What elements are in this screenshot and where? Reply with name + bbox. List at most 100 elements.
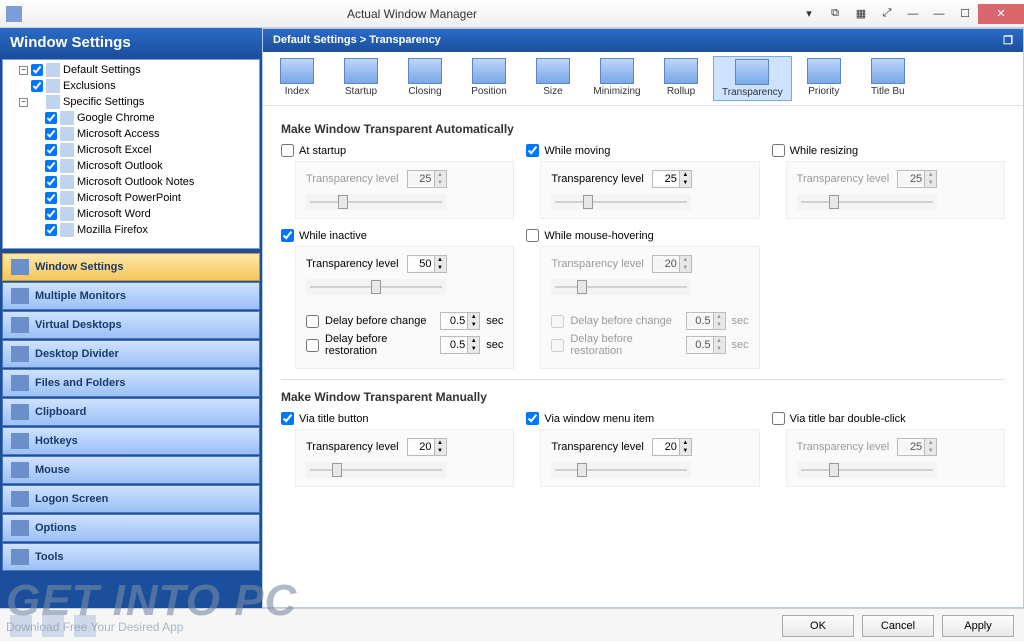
spin-up-icon[interactable]: ▲ bbox=[713, 337, 725, 345]
tab-position[interactable]: Position bbox=[457, 56, 521, 101]
maximize-button[interactable]: ☐ bbox=[952, 4, 978, 24]
apply-button[interactable]: Apply bbox=[942, 615, 1014, 637]
slider-thumb[interactable] bbox=[332, 463, 342, 477]
spin-input[interactable] bbox=[653, 173, 679, 185]
spin-input[interactable] bbox=[441, 339, 467, 351]
slider-thumb[interactable] bbox=[577, 463, 587, 477]
header-action-icon[interactable]: ❐ bbox=[1003, 34, 1013, 47]
spin-down-icon[interactable]: ▼ bbox=[467, 321, 479, 329]
spin-up-icon[interactable]: ▲ bbox=[679, 256, 691, 264]
slider-startup[interactable] bbox=[306, 194, 446, 210]
spin-input[interactable] bbox=[653, 258, 679, 270]
tree-checkbox[interactable] bbox=[45, 112, 57, 124]
tree-default-settings[interactable]: −Default Settings bbox=[5, 62, 257, 78]
tree-app[interactable]: Microsoft Outlook Notes bbox=[5, 174, 257, 190]
slider-thumb[interactable] bbox=[829, 463, 839, 477]
ok-button[interactable]: OK bbox=[782, 615, 854, 637]
tree-app[interactable]: Mozilla Firefox bbox=[5, 222, 257, 238]
spin-down-icon[interactable]: ▼ bbox=[467, 345, 479, 353]
collapse-icon[interactable]: − bbox=[19, 66, 28, 75]
spin-resizing-level[interactable]: ▲▼ bbox=[897, 170, 937, 188]
spin-inactive-delay-change[interactable]: ▲▼ bbox=[440, 312, 480, 330]
cb-via-title[interactable] bbox=[281, 412, 294, 425]
spin-down-icon[interactable]: ▼ bbox=[924, 179, 936, 187]
cancel-button[interactable]: Cancel bbox=[862, 615, 934, 637]
spin-input[interactable] bbox=[653, 441, 679, 453]
settings-tree[interactable]: −Default Settings Exclusions −Specific S… bbox=[2, 59, 260, 249]
spin-down-icon[interactable]: ▼ bbox=[713, 345, 725, 353]
tree-app[interactable]: Microsoft Word bbox=[5, 206, 257, 222]
cb-while-hover[interactable] bbox=[526, 229, 539, 242]
cb-while-moving[interactable] bbox=[526, 144, 539, 157]
spin-down-icon[interactable]: ▼ bbox=[434, 179, 446, 187]
slider-thumb[interactable] bbox=[583, 195, 593, 209]
tree-checkbox[interactable] bbox=[45, 160, 57, 172]
cb-at-startup[interactable] bbox=[281, 144, 294, 157]
tab-priority[interactable]: Priority bbox=[792, 56, 856, 101]
spin-up-icon[interactable]: ▲ bbox=[434, 171, 446, 179]
extra-btn-1[interactable]: ▾ bbox=[796, 4, 822, 24]
cb-while-inactive[interactable] bbox=[281, 229, 294, 242]
spin-down-icon[interactable]: ▼ bbox=[713, 321, 725, 329]
cb-via-dblclick[interactable] bbox=[772, 412, 785, 425]
spin-input[interactable] bbox=[687, 339, 713, 351]
extra-btn-5[interactable]: — bbox=[900, 4, 926, 24]
help-icon[interactable] bbox=[10, 615, 32, 637]
slider-title[interactable] bbox=[306, 462, 446, 478]
spin-input[interactable] bbox=[408, 258, 434, 270]
extra-btn-2[interactable]: ⧉ bbox=[822, 4, 848, 24]
slider-menu[interactable] bbox=[551, 462, 691, 478]
spin-menu-level[interactable]: ▲▼ bbox=[652, 438, 692, 456]
collapse-icon[interactable]: − bbox=[19, 98, 28, 107]
spin-up-icon[interactable]: ▲ bbox=[924, 439, 936, 447]
spin-input[interactable] bbox=[898, 441, 924, 453]
spin-startup-level[interactable]: ▲▼ bbox=[407, 170, 447, 188]
slider-resizing[interactable] bbox=[797, 194, 937, 210]
extra-btn-4[interactable]: ⤢ bbox=[874, 4, 900, 24]
spin-input[interactable] bbox=[408, 441, 434, 453]
tree-app[interactable]: Microsoft Excel bbox=[5, 142, 257, 158]
nav-hotkeys[interactable]: Hotkeys bbox=[2, 427, 260, 455]
slider-thumb[interactable] bbox=[371, 280, 381, 294]
tree-checkbox[interactable] bbox=[45, 224, 57, 236]
cb-inactive-delay-change[interactable] bbox=[306, 315, 319, 328]
nav-logon-screen[interactable]: Logon Screen bbox=[2, 485, 260, 513]
tree-checkbox[interactable] bbox=[45, 208, 57, 220]
spin-input[interactable] bbox=[898, 173, 924, 185]
spin-up-icon[interactable]: ▲ bbox=[467, 313, 479, 321]
slider-thumb[interactable] bbox=[338, 195, 348, 209]
tree-specific[interactable]: −Specific Settings bbox=[5, 94, 257, 110]
tab-rollup[interactable]: Rollup bbox=[649, 56, 713, 101]
tab-title-buttons[interactable]: Title Bu bbox=[856, 56, 920, 101]
slider-thumb[interactable] bbox=[577, 280, 587, 294]
tree-checkbox[interactable] bbox=[45, 192, 57, 204]
slider-inactive[interactable] bbox=[306, 279, 446, 295]
spin-input[interactable] bbox=[441, 315, 467, 327]
tab-closing[interactable]: Closing bbox=[393, 56, 457, 101]
tab-transparency[interactable]: Transparency bbox=[713, 56, 792, 101]
spin-down-icon[interactable]: ▼ bbox=[924, 447, 936, 455]
spin-moving-level[interactable]: ▲▼ bbox=[652, 170, 692, 188]
spin-down-icon[interactable]: ▼ bbox=[679, 264, 691, 272]
spin-title-level[interactable]: ▲▼ bbox=[407, 438, 447, 456]
spin-inactive-level[interactable]: ▲▼ bbox=[407, 255, 447, 273]
tree-app[interactable]: Google Chrome bbox=[5, 110, 257, 126]
cb-while-resizing[interactable] bbox=[772, 144, 785, 157]
spin-down-icon[interactable]: ▼ bbox=[434, 447, 446, 455]
tree-app[interactable]: Microsoft Outlook bbox=[5, 158, 257, 174]
spin-inactive-delay-restore[interactable]: ▲▼ bbox=[440, 336, 480, 354]
close-button[interactable]: ✕ bbox=[978, 4, 1024, 24]
nav-files-folders[interactable]: Files and Folders bbox=[2, 369, 260, 397]
spin-up-icon[interactable]: ▲ bbox=[434, 256, 446, 264]
spin-up-icon[interactable]: ▲ bbox=[434, 439, 446, 447]
spin-up-icon[interactable]: ▲ bbox=[713, 313, 725, 321]
cb-via-menu[interactable] bbox=[526, 412, 539, 425]
nav-virtual-desktops[interactable]: Virtual Desktops bbox=[2, 311, 260, 339]
spin-up-icon[interactable]: ▲ bbox=[679, 439, 691, 447]
tree-app[interactable]: Microsoft PowerPoint bbox=[5, 190, 257, 206]
spin-hover-delay-restore[interactable]: ▲▼ bbox=[686, 336, 726, 354]
minimize-button[interactable]: — bbox=[926, 4, 952, 24]
tree-checkbox[interactable] bbox=[31, 64, 43, 76]
nav-multiple-monitors[interactable]: Multiple Monitors bbox=[2, 282, 260, 310]
tab-minimizing[interactable]: Minimizing bbox=[585, 56, 649, 101]
